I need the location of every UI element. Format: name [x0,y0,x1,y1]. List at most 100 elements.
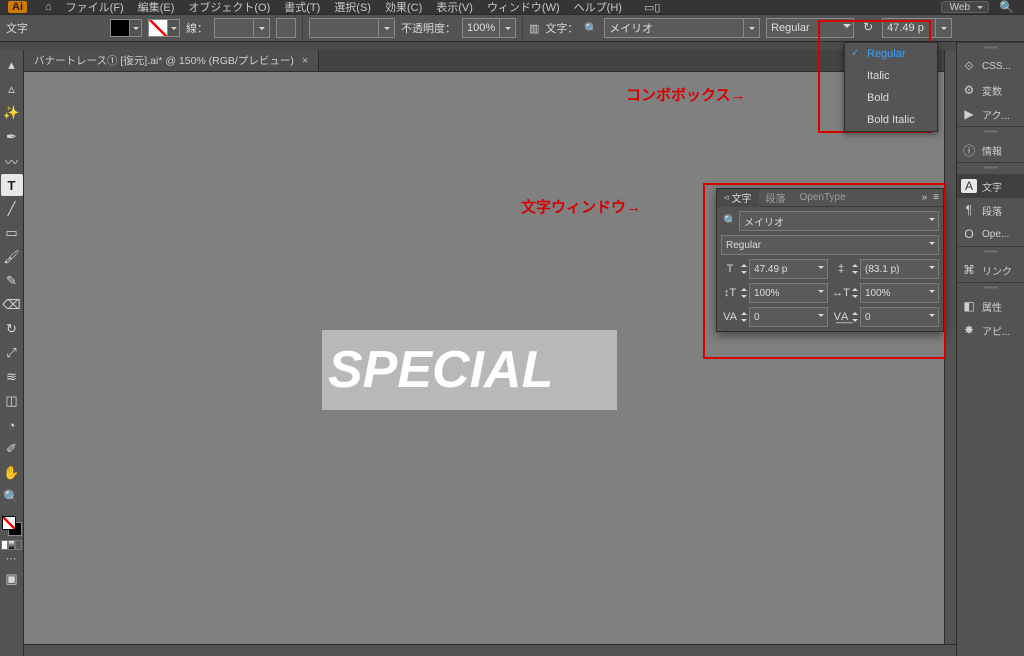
menu-effect[interactable]: 効果(C) [385,0,422,14]
play-icon: ▶ [961,107,977,121]
gear-icon: ⚙ [961,83,977,97]
canvas[interactable]: SPECIAL [24,72,956,644]
rotate-tool[interactable]: ↻ [1,318,23,340]
opentype-icon: O [961,227,977,241]
panel-font-family[interactable]: メイリオ [739,211,939,231]
char-label: 文字： [545,20,578,36]
font-family-input[interactable] [604,18,760,38]
text-selection[interactable]: SPECIAL [322,330,617,410]
paintbrush-tool[interactable]: 🖌 [1,246,23,268]
zoom-tool[interactable]: 🔍 [1,486,23,508]
panel-icon[interactable]: ▥ [529,22,539,35]
font-search-icon[interactable]: 🔍 [721,211,739,231]
dock-info[interactable]: ⓘ情報 [957,138,1024,162]
menu-view[interactable]: 表示(V) [436,0,473,14]
dock-links[interactable]: ⌘リンク [957,258,1024,282]
opacity-input[interactable] [462,18,516,38]
annotation-combo-label: コンボボックス→ [626,84,746,105]
opacity-label: 不透明度： [401,20,456,36]
pilcrow-icon: ¶ [961,203,977,217]
leading-spinner[interactable] [850,259,860,279]
right-dock: ▪▪▪▪▪ ⟐CSS... ⚙変数 ▶アク... ▪▪▪▪▪ ⓘ情報 ▪▪▪▪▪… [956,42,1024,656]
workspace-switcher[interactable]: Web [941,1,989,13]
panel-kerning[interactable]: 0 [749,307,828,327]
scale-tool[interactable]: ⤢ [1,342,23,364]
panel-tracking[interactable]: 0 [860,307,939,327]
dock-appearance[interactable]: ✸アピ... [957,318,1024,342]
vscale-spinner[interactable] [739,283,749,303]
size-spinner[interactable] [739,259,749,279]
menu-file[interactable]: ファイル(F) [66,0,124,14]
toolbox-edit-icon[interactable]: ⋯ [6,552,18,566]
panel-tab-opentype[interactable]: OpenType [793,189,853,207]
dock-paragraph[interactable]: ¶段落 [957,198,1024,222]
dock-group-header: ▪▪▪▪▪ [957,126,1024,138]
close-icon[interactable]: × [302,55,308,67]
dock-opentype[interactable]: OOpe... [957,222,1024,246]
panel-tab-paragraph[interactable]: 段落 [759,189,793,207]
color-mode-buttons[interactable] [1,540,23,550]
stroke-weight-input[interactable] [214,18,270,38]
font-style-option-bolditalic[interactable]: Bold Italic [845,109,937,131]
pencil-tool[interactable]: ✎ [1,270,23,292]
panel-font-style[interactable]: Regular [721,235,939,255]
reset-size-icon[interactable]: ↻ [860,20,876,36]
hand-tool[interactable]: ✋ [1,462,23,484]
dock-css[interactable]: ⟐CSS... [957,54,1024,78]
panel-vscale[interactable]: 100% [749,283,828,303]
menu-edit[interactable]: 編集(E) [138,0,175,14]
panel-menu-icon[interactable]: ≡ [933,192,939,203]
eraser-tool[interactable]: ⌫ [1,294,23,316]
magic-wand-tool[interactable]: ✨ [1,102,23,124]
dock-attributes[interactable]: ◧属性 [957,294,1024,318]
panel-font-size[interactable]: 47.49 p [749,259,828,279]
panel-leading[interactable]: (83.1 p) [860,259,939,279]
horizontal-scrollbar[interactable] [24,644,956,656]
curvature-tool[interactable]: 〰 [1,150,23,172]
shape-builder-tool[interactable]: ◔ [1,414,23,436]
font-style-option-bold[interactable]: Bold [845,87,937,109]
hscale-spinner[interactable] [850,283,860,303]
line-tool[interactable]: ╱ [1,198,23,220]
document-tab[interactable]: バナートレース① [復元].ai* @ 150% (RGB/プレビュー) × [24,50,319,71]
menu-help[interactable]: ヘルプ(H) [574,0,622,14]
font-search-icon[interactable]: 🔍 [584,22,598,35]
panel-collapse-icon[interactable]: » [922,192,928,203]
vertical-scrollbar[interactable] [944,50,956,644]
font-style-combo[interactable]: Regular [766,18,854,38]
dock-actions[interactable]: ▶アク... [957,102,1024,126]
menu-window[interactable]: ウィンドウ(W) [487,0,560,14]
fill-stroke-swatches[interactable] [2,516,22,536]
pen-tool[interactable]: ✒ [1,126,23,148]
home-icon[interactable]: ⌂ [45,1,52,13]
brush-input[interactable] [309,18,395,38]
font-size-input[interactable] [882,18,952,38]
type-tool[interactable]: T [1,174,23,196]
stroke-swatch[interactable] [148,19,180,37]
selection-tool[interactable]: ▴ [1,54,23,76]
free-transform-tool[interactable]: ◫ [1,390,23,412]
width-tool[interactable]: ≋ [1,366,23,388]
menu-type[interactable]: 書式(T) [284,0,320,14]
arrange-icon[interactable]: ▭▯ [644,1,660,14]
screen-mode-icon[interactable]: ▣ [1,568,23,590]
kerning-spinner[interactable] [739,307,749,327]
direct-selection-tool[interactable]: ▵ [1,78,23,100]
font-style-dropdown: Regular Italic Bold Bold Italic [844,42,938,132]
menu-object[interactable]: オブジェクト(O) [188,0,270,14]
dock-variables[interactable]: ⚙変数 [957,78,1024,102]
eyedropper-tool[interactable]: ✐ [1,438,23,460]
control-bar: 文字 線： 不透明度： ▥ 文字： 🔍 Regular ↻ [0,14,1024,42]
dock-character[interactable]: A文字 [957,174,1024,198]
sun-icon: ✸ [961,323,977,337]
search-icon[interactable]: 🔍 [999,0,1014,14]
font-style-option-regular[interactable]: Regular [845,43,937,65]
panel-tab-character[interactable]: ◃文字 [717,189,759,207]
menu-select[interactable]: 選択(S) [334,0,371,14]
panel-hscale[interactable]: 100% [860,283,939,303]
fill-swatch[interactable] [110,19,142,37]
tracking-spinner[interactable] [850,307,860,327]
rectangle-tool[interactable]: ▭ [1,222,23,244]
stroke-variable-icon[interactable] [276,18,296,38]
font-style-option-italic[interactable]: Italic [845,65,937,87]
